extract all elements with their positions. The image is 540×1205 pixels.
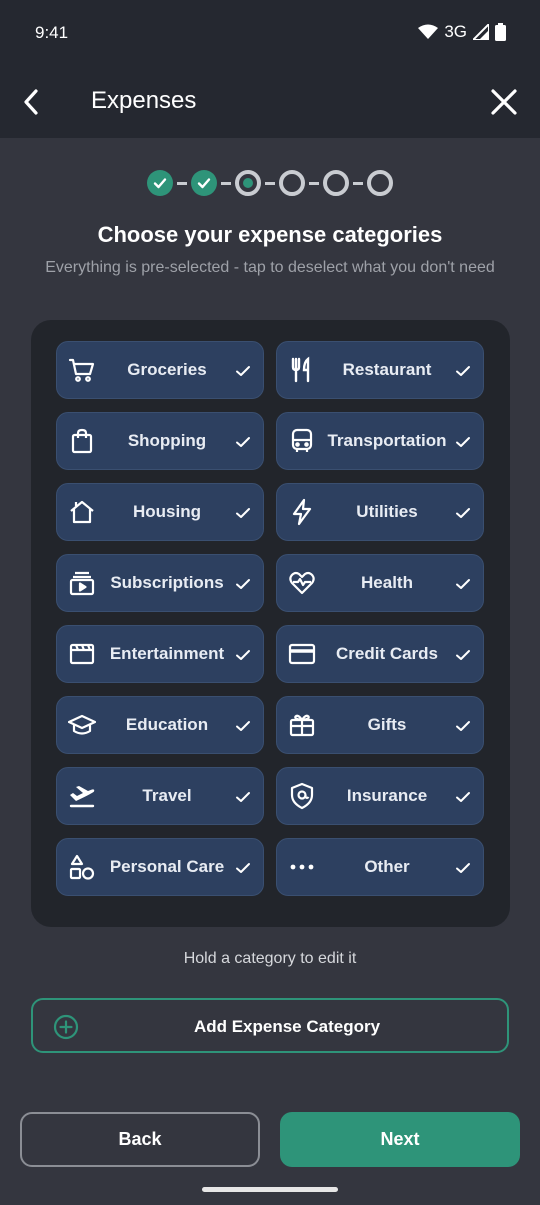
shield-icon — [290, 782, 314, 810]
category-chip-housing[interactable]: Housing — [56, 483, 264, 541]
step-3-current — [235, 170, 261, 196]
progress-stepper — [0, 168, 540, 198]
category-label: Insurance — [346, 786, 428, 805]
category-label: Shopping — [127, 431, 207, 450]
shopping-bag-icon — [71, 428, 93, 454]
status-time: 9:41 — [35, 23, 69, 42]
category-label: Credit Cards — [335, 644, 439, 663]
lightning-icon — [292, 498, 312, 526]
step-connector — [177, 181, 187, 185]
edit-hint: Hold a category to edit it — [183, 950, 357, 967]
check-icon — [236, 721, 250, 731]
check-icon — [236, 508, 250, 518]
check-icon — [153, 178, 167, 189]
category-label: Other — [364, 857, 410, 876]
add-button-label: Add Expense Category — [193, 1017, 381, 1036]
page-title: Expenses — [91, 87, 197, 114]
category-chip-shopping[interactable]: Shopping — [56, 412, 264, 470]
step-connector — [353, 181, 363, 185]
check-icon — [197, 178, 211, 189]
category-chip-restaurant[interactable]: Restaurant — [276, 341, 484, 399]
check-icon — [236, 579, 250, 589]
step-connector — [309, 181, 319, 185]
category-chip-gifts[interactable]: Gifts — [276, 696, 484, 754]
close-icon[interactable] — [488, 86, 520, 118]
step-4 — [279, 170, 305, 196]
app-bar: Expenses — [0, 66, 540, 138]
category-chip-utilities[interactable]: Utilities — [276, 483, 484, 541]
step-5 — [323, 170, 349, 196]
category-chip-personal-care[interactable]: Personal Care — [56, 838, 264, 896]
check-icon — [456, 721, 470, 731]
graduation-cap-icon — [68, 714, 96, 735]
house-icon — [70, 500, 94, 524]
category-chip-entertainment[interactable]: Entertainment — [56, 625, 264, 683]
check-icon — [236, 650, 250, 660]
check-icon — [236, 366, 250, 376]
status-icons: 3G — [418, 22, 506, 42]
check-icon — [236, 792, 250, 802]
category-label: Restaurant — [342, 360, 432, 379]
step-connector — [221, 181, 231, 185]
airplane-icon — [69, 786, 95, 808]
category-chip-education[interactable]: Education — [56, 696, 264, 754]
check-icon — [456, 437, 470, 447]
fork-knife-icon — [291, 356, 310, 383]
step-connector — [265, 181, 275, 185]
section-heading: Choose your expense categories — [97, 222, 443, 247]
step-2-complete — [191, 170, 217, 196]
back-button[interactable]: Back — [20, 1112, 260, 1167]
category-label: Education — [125, 715, 209, 734]
category-label: Health — [361, 573, 413, 592]
check-icon — [456, 863, 470, 873]
credit-card-icon — [288, 643, 316, 665]
signal-icon — [473, 24, 489, 40]
clapperboard-icon — [69, 643, 95, 665]
subscriptions-icon — [69, 571, 95, 596]
battery-icon — [495, 23, 506, 41]
add-expense-category-button[interactable]: Add Expense Category — [31, 998, 509, 1053]
category-chip-subscriptions[interactable]: Subscriptions — [56, 554, 264, 612]
network-type: 3G — [444, 22, 467, 41]
bus-icon — [291, 428, 313, 452]
check-icon — [456, 508, 470, 518]
category-label: Personal Care — [109, 857, 225, 876]
category-chip-travel[interactable]: Travel — [56, 767, 264, 825]
category-chip-insurance[interactable]: Insurance — [276, 767, 484, 825]
step-1-complete — [147, 170, 173, 196]
category-chip-other[interactable]: Other — [276, 838, 484, 896]
section-subheading: Everything is pre-selected - tap to dese… — [45, 259, 495, 276]
check-icon — [456, 792, 470, 802]
cart-icon — [68, 358, 95, 382]
more-dots-icon — [290, 864, 314, 870]
status-bar: 9:41 3G — [0, 0, 540, 66]
check-icon — [456, 650, 470, 660]
category-chip-transportation[interactable]: Transportation — [276, 412, 484, 470]
wifi-icon — [418, 24, 439, 39]
back-arrow-icon[interactable] — [14, 84, 50, 120]
category-chip-health[interactable]: Health — [276, 554, 484, 612]
category-label: Travel — [142, 786, 192, 805]
next-button[interactable]: Next — [280, 1112, 520, 1167]
category-chip-groceries[interactable]: Groceries — [56, 341, 264, 399]
category-label: Groceries — [127, 360, 207, 379]
category-label: Utilities — [356, 502, 418, 521]
category-label: Housing — [133, 502, 201, 521]
gift-icon — [289, 714, 315, 737]
check-icon — [456, 579, 470, 589]
category-label: Gifts — [367, 715, 407, 734]
category-grid: Groceries Restaurant Shopping Transporta… — [56, 341, 484, 896]
category-label: Entertainment — [109, 644, 225, 663]
step-6 — [367, 170, 393, 196]
category-panel: Groceries Restaurant Shopping Transporta… — [31, 320, 510, 927]
shapes-icon — [69, 854, 95, 880]
heart-pulse-icon — [289, 571, 315, 595]
check-icon — [456, 366, 470, 376]
category-label: Transportation — [327, 431, 447, 450]
home-indicator — [202, 1187, 338, 1192]
check-icon — [236, 437, 250, 447]
category-label: Subscriptions — [110, 573, 224, 592]
category-chip-credit-cards[interactable]: Credit Cards — [276, 625, 484, 683]
check-icon — [236, 863, 250, 873]
